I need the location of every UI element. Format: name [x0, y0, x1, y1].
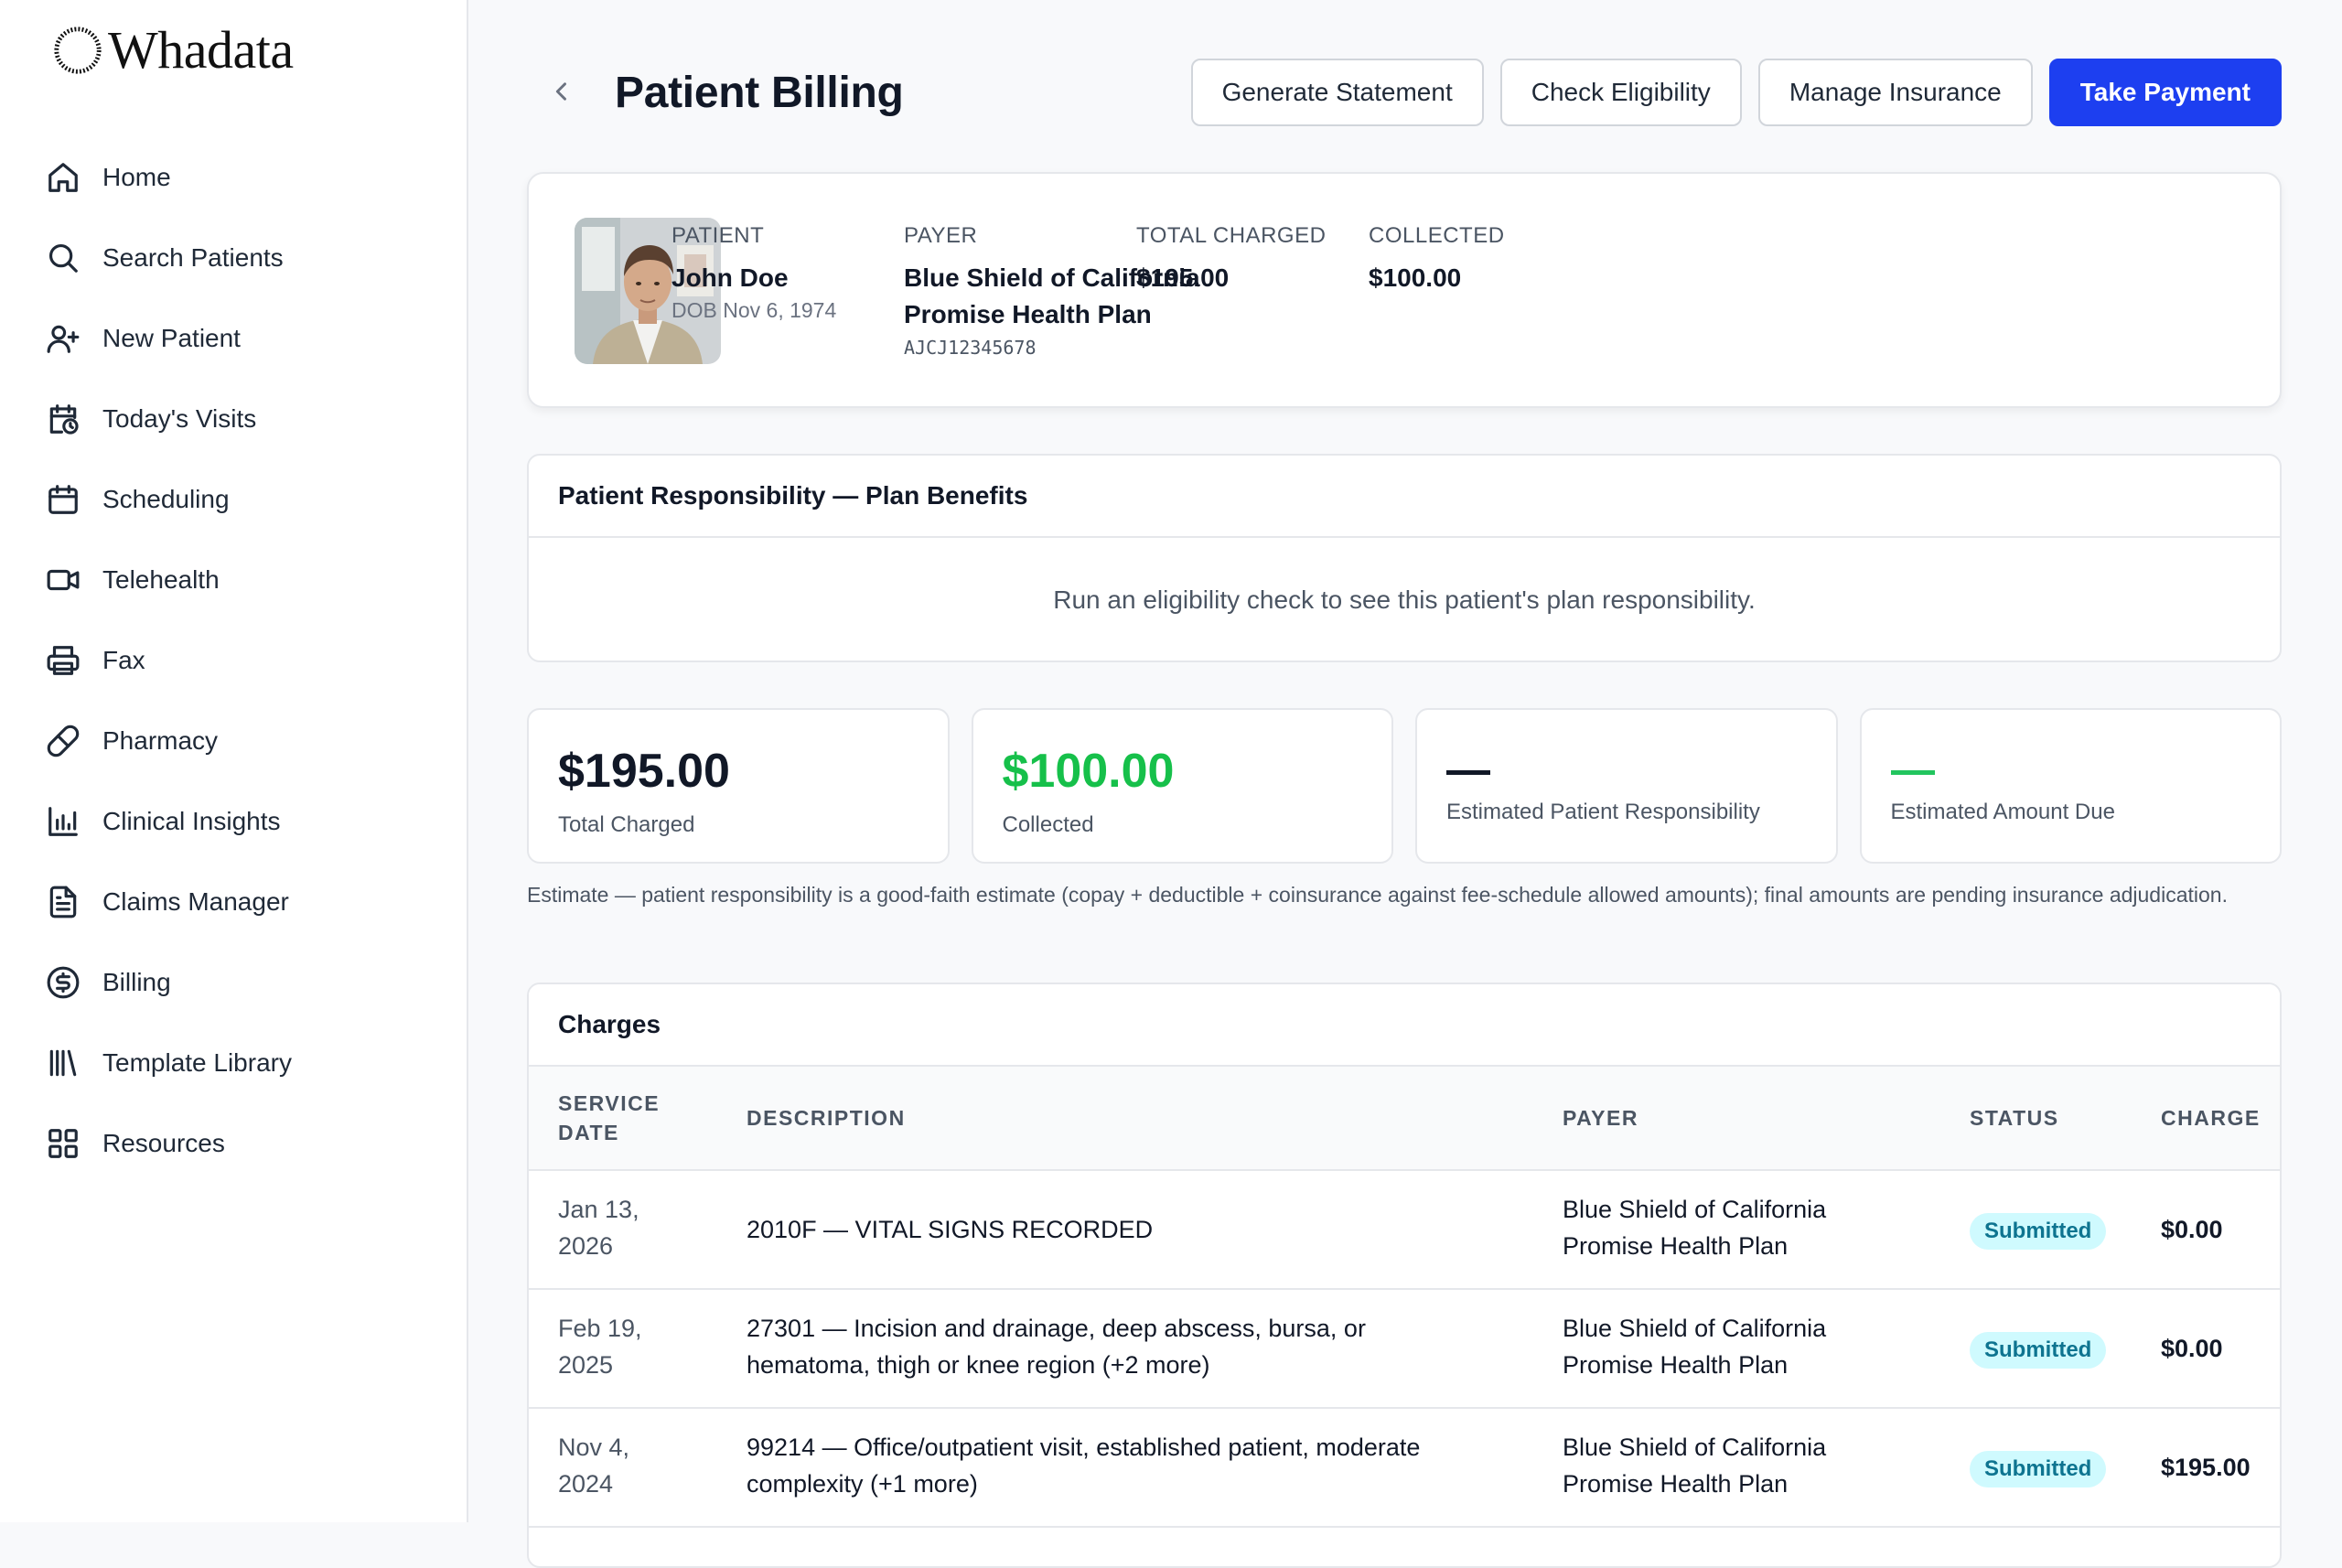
plan-benefits-header: Patient Responsibility — Plan Benefits [529, 456, 2280, 538]
main-content: Patient Billing Generate Statement Check… [0, 0, 2342, 1568]
stat-collected: $100.00 Collected [971, 708, 1393, 864]
description-line: 27301 — Incision and drainage, deep absc… [747, 1315, 1366, 1342]
stat-estimated-patient-responsibility: Estimated Patient Responsibility [1415, 708, 1838, 864]
patient-label: PATIENT [671, 223, 765, 248]
manage-insurance-button[interactable]: Manage Insurance [1757, 59, 2033, 126]
back-button[interactable] [545, 75, 578, 108]
charge-amount: $195.00 [2161, 1454, 2251, 1481]
stat-value: $195.00 [558, 745, 730, 798]
column-header-line: DATE [558, 1121, 619, 1144]
charges-header: Charges [529, 984, 2280, 1067]
payer-line-2: Promise Health Plan [904, 300, 1152, 328]
column-header-service-date[interactable]: SERVICE DATE [558, 1089, 660, 1147]
table-row[interactable]: Jan 13, 2026 2010F — VITAL SIGNS RECORDE… [529, 1171, 2280, 1290]
empty-value-dash [1890, 770, 1935, 775]
charge-description: 27301 — Incision and drainage, deep absc… [747, 1310, 1366, 1383]
stat-caption: Estimated Patient Responsibility [1446, 800, 1760, 824]
charges-title: Charges [558, 1010, 661, 1038]
column-header-status[interactable]: STATUS [1970, 1103, 2059, 1133]
patient-dob: DOB Nov 6, 1974 [671, 298, 837, 322]
stat-estimated-amount-due: Estimated Amount Due [1859, 708, 2282, 864]
stat-value: $100.00 [1002, 745, 1175, 798]
check-eligibility-button[interactable]: Check Eligibility [1499, 59, 1742, 126]
service-date: Nov 4, 2024 [558, 1429, 629, 1502]
payer-line: Blue Shield of California [1563, 1196, 1827, 1223]
member-id: AJCJ12345678 [904, 337, 1037, 359]
payer-line: Blue Shield of California [1563, 1434, 1827, 1461]
page-title: Patient Billing [615, 69, 904, 117]
status-badge: Submitted [1970, 1213, 2107, 1250]
patient-name[interactable]: John Doe [671, 260, 836, 296]
service-date: Jan 13, 2026 [558, 1191, 639, 1264]
generate-statement-button[interactable]: Generate Statement [1190, 59, 1484, 126]
date-line: 2024 [558, 1470, 614, 1498]
charge-amount: $0.00 [2161, 1335, 2223, 1362]
date-line: 2025 [558, 1351, 614, 1379]
total-charged-value: $195.00 [1136, 263, 1230, 292]
status-badge: Submitted [1970, 1451, 2107, 1487]
charge-payer: Blue Shield of California Promise Health… [1563, 1429, 1826, 1502]
take-payment-button[interactable]: Take Payment [2048, 59, 2282, 126]
plan-benefits-title: Patient Responsibility — Plan Benefits [558, 481, 1028, 510]
estimate-disclaimer: Estimate — patient responsibility is a g… [527, 883, 2228, 907]
status-badge: Submitted [1970, 1332, 2107, 1369]
description-line: complexity (+1 more) [747, 1470, 978, 1498]
total-charged-label: TOTAL CHARGED [1136, 223, 1327, 248]
payer-line: Blue Shield of California [1563, 1315, 1827, 1342]
date-line: Nov 4, [558, 1434, 630, 1461]
empty-value-dash [1446, 770, 1490, 775]
column-header-payer[interactable]: PAYER [1563, 1103, 1638, 1133]
billing-stats: $195.00 Total Charged $100.00 Collected … [527, 708, 2282, 864]
service-date: Feb 19, 2025 [558, 1310, 642, 1383]
payer-line: Promise Health Plan [1563, 1232, 1789, 1260]
app-root: Whadata Home Search Patients New Patient [0, 0, 2342, 1568]
column-header-charge[interactable]: CHARGE [2161, 1103, 2261, 1133]
description-line: 2010F — VITAL SIGNS RECORDED [747, 1216, 1154, 1243]
patient-info: PATIENT John Doe DOB Nov 6, 1974 [671, 223, 836, 323]
column-header-description[interactable]: DESCRIPTION [747, 1103, 906, 1133]
chevron-left-icon [555, 82, 566, 101]
table-row[interactable]: Nov 4, 2024 99214 — Office/outpatient vi… [529, 1409, 2280, 1528]
stat-total-charged: $195.00 Total Charged [527, 708, 950, 864]
column-header-line: SERVICE [558, 1091, 661, 1115]
payer-line: Promise Health Plan [1563, 1470, 1789, 1498]
collected-info: COLLECTED $100.00 [1369, 223, 1505, 296]
charge-amount: $0.00 [2161, 1216, 2223, 1243]
date-line: Feb 19, [558, 1315, 642, 1342]
total-charged-info: TOTAL CHARGED $195.00 [1136, 223, 1326, 296]
date-line: 2026 [558, 1232, 614, 1260]
charge-payer: Blue Shield of California Promise Health… [1563, 1191, 1826, 1264]
charges-card: Charges SERVICE DATE DESCRIPTION PAYER S… [527, 983, 2282, 1568]
stat-caption: Estimated Amount Due [1890, 800, 2115, 824]
collected-label: COLLECTED [1369, 223, 1505, 248]
patient-summary-card: PATIENT John Doe DOB Nov 6, 1974 PAYER B… [527, 172, 2282, 408]
charges-table-header: SERVICE DATE DESCRIPTION PAYER STATUS CH… [529, 1067, 2280, 1171]
charge-description: 2010F — VITAL SIGNS RECORDED [747, 1211, 1153, 1248]
table-row[interactable]: Feb 19, 2025 27301 — Incision and draina… [529, 1290, 2280, 1409]
plan-benefits-empty-message: Run an eligibility check to see this pat… [1053, 585, 1756, 614]
stat-caption: Total Charged [558, 812, 695, 837]
plan-benefits-card: Patient Responsibility — Plan Benefits R… [527, 454, 2282, 662]
description-line: 99214 — Office/outpatient visit, establi… [747, 1434, 1421, 1461]
payer-line: Promise Health Plan [1563, 1351, 1789, 1379]
header-actions: Generate Statement Check Eligibility Man… [1190, 59, 2282, 126]
date-line: Jan 13, [558, 1196, 639, 1223]
charge-description: 99214 — Office/outpatient visit, establi… [747, 1429, 1420, 1502]
description-line: hematoma, thigh or knee region (+2 more) [747, 1351, 1210, 1379]
collected-value: $100.00 [1369, 263, 1462, 292]
stat-caption: Collected [1002, 812, 1094, 837]
charge-payer: Blue Shield of California Promise Health… [1563, 1310, 1826, 1383]
